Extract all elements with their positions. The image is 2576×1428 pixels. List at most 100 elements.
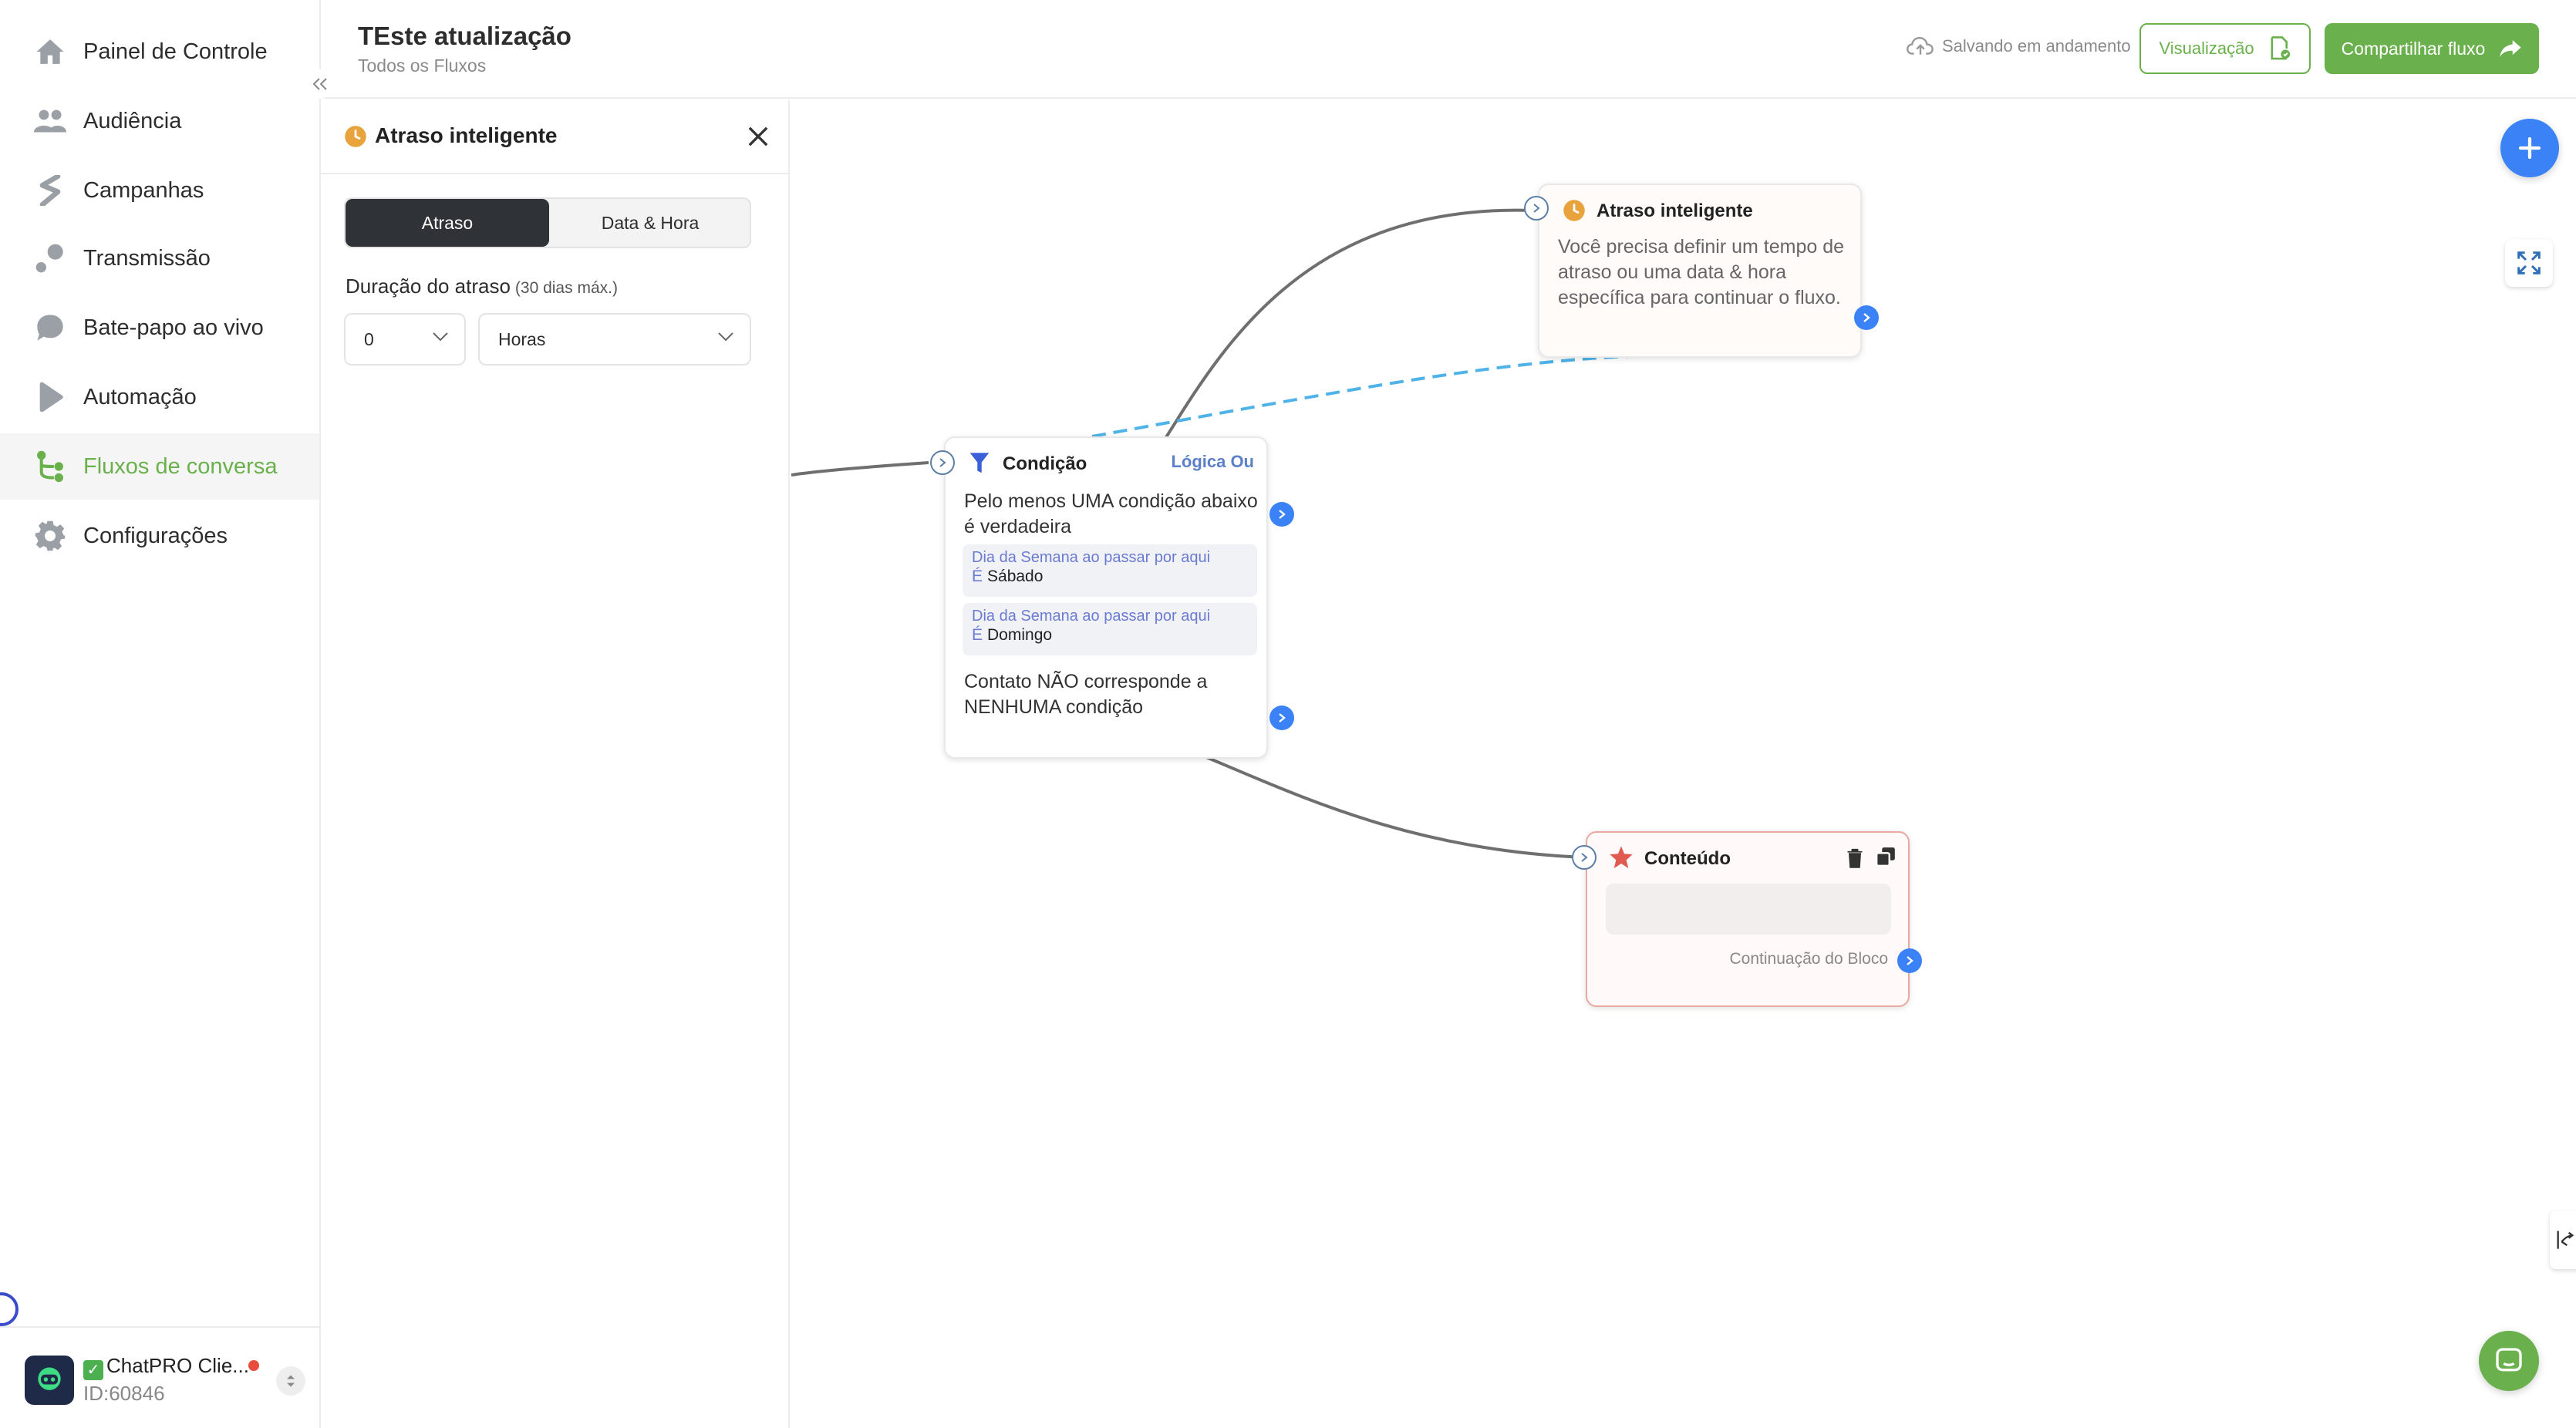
home-icon bbox=[34, 35, 66, 68]
chat-bubble-icon bbox=[34, 312, 66, 344]
verified-check-icon: ✓ bbox=[83, 1360, 103, 1380]
star-icon bbox=[1609, 845, 1634, 874]
sidebar-item-automation[interactable]: Automação bbox=[0, 364, 319, 430]
preview-button[interactable]: Visualização bbox=[2139, 23, 2311, 74]
sidebar-item-label: Audiência bbox=[83, 108, 182, 133]
chevron-right-icon bbox=[1581, 853, 1588, 862]
broadcast-icon bbox=[34, 242, 66, 274]
play-icon bbox=[34, 381, 66, 413]
chevron-right-icon bbox=[1533, 204, 1540, 213]
smart-delay-node[interactable]: Atraso inteligente Você precisa definir … bbox=[1538, 184, 1862, 358]
chevron-down-icon bbox=[433, 332, 448, 342]
plus-icon bbox=[2518, 136, 2541, 160]
clock-icon bbox=[344, 125, 367, 152]
condition-false-output-port[interactable] bbox=[1269, 706, 1294, 730]
sidebar-item-label: Configurações bbox=[83, 523, 228, 548]
condition-rule[interactable]: Dia da Semana ao passar por aqui É Sábado bbox=[963, 544, 1257, 597]
no-match-text: Contato NÃO corresponde a NENHUMA condiç… bbox=[964, 671, 1208, 718]
sidebar-item-label: Campanhas bbox=[83, 177, 204, 203]
chevron-right-icon bbox=[1279, 510, 1286, 519]
support-chat-button[interactable] bbox=[2479, 1331, 2539, 1391]
content-input-port[interactable] bbox=[1572, 845, 1597, 870]
breadcrumb[interactable]: Todos os Fluxos bbox=[358, 56, 486, 76]
add-block-button[interactable] bbox=[2500, 119, 2559, 177]
sort-arrows-icon bbox=[287, 1375, 295, 1387]
node-title: Atraso inteligente bbox=[1597, 200, 1753, 221]
close-icon bbox=[748, 126, 768, 147]
sidebar-item-live-chat[interactable]: Bate-papo ao vivo bbox=[0, 295, 319, 361]
node-description: Você precisa definir um tempo de atraso … bbox=[1558, 236, 1845, 308]
side-drawer-tab[interactable] bbox=[2550, 1211, 2576, 1269]
clock-icon bbox=[1563, 199, 1586, 226]
expand-icon bbox=[2517, 251, 2541, 274]
collapse-sidebar-button[interactable] bbox=[305, 69, 335, 99]
users-icon bbox=[34, 105, 66, 137]
chevron-right-icon bbox=[1279, 713, 1286, 722]
chevron-right-icon bbox=[1907, 956, 1913, 965]
node-title: Conteúdo bbox=[1644, 848, 1731, 869]
gear-icon bbox=[34, 520, 66, 552]
flow-icon bbox=[34, 450, 66, 483]
sidebar-item-conversation-flows[interactable]: Fluxos de conversa bbox=[0, 433, 319, 500]
flow-arrows-icon bbox=[2557, 1231, 2574, 1249]
smart-delay-input-port[interactable] bbox=[1524, 196, 1549, 221]
smart-delay-panel: Atraso inteligente Atraso Data & Hora Du… bbox=[321, 100, 790, 1428]
sidebar-item-label: Fluxos de conversa bbox=[83, 453, 278, 479]
fullscreen-button[interactable] bbox=[2505, 239, 2553, 287]
save-status: Salvando em andamento bbox=[1907, 35, 2131, 57]
chevron-down-icon bbox=[718, 332, 733, 342]
sidebar-item-label: Bate-papo ao vivo bbox=[83, 315, 264, 340]
page-title: TEste atualização bbox=[358, 22, 572, 50]
duration-label: Duração do atraso (30 dias máx.) bbox=[346, 274, 618, 298]
node-title: Condição bbox=[1003, 453, 1087, 474]
edge-incoming bbox=[791, 461, 929, 477]
duplicate-icon[interactable] bbox=[1876, 847, 1896, 871]
account-id: ID:60846 bbox=[83, 1382, 165, 1405]
condition-node[interactable]: Condição Lógica Ou Pelo menos UMA condiç… bbox=[944, 436, 1268, 759]
sidebar-item-settings[interactable]: Configurações bbox=[0, 503, 319, 569]
flow-canvas[interactable]: Atraso inteligente Você precisa definir … bbox=[791, 100, 2576, 1428]
duration-unit-select[interactable]: Horas bbox=[478, 313, 751, 365]
condition-input-port[interactable] bbox=[930, 450, 955, 475]
tab-delay[interactable]: Atraso bbox=[346, 199, 549, 247]
header: TEste atualização Todos os Fluxos Salvan… bbox=[321, 0, 2576, 99]
status-dot bbox=[248, 1360, 259, 1371]
sidebar-item-broadcast[interactable]: Transmissão bbox=[0, 225, 319, 291]
account-switcher[interactable]: ✓ ChatPRO Clie... ID:60846 bbox=[0, 1326, 319, 1428]
share-flow-button[interactable]: Compartilhar fluxo bbox=[2325, 23, 2539, 74]
logic-type-link[interactable]: Lógica Ou bbox=[1171, 452, 1254, 472]
share-arrow-icon bbox=[2500, 40, 2521, 57]
account-name: ✓ ChatPRO Clie... bbox=[83, 1354, 249, 1380]
condition-true-output-port[interactable] bbox=[1269, 502, 1294, 527]
panel-title: Atraso inteligente bbox=[375, 123, 558, 147]
chevron-right-icon bbox=[1863, 313, 1870, 322]
sidebar-item-label: Painel de Controle bbox=[83, 39, 268, 64]
trash-icon[interactable] bbox=[1846, 848, 1863, 872]
condition-rule[interactable]: Dia da Semana ao passar por aqui É Doming… bbox=[963, 603, 1257, 655]
smart-delay-output-port[interactable] bbox=[1854, 305, 1879, 330]
delay-type-toggle: Atraso Data & Hora bbox=[344, 197, 751, 248]
account-switch-button[interactable] bbox=[276, 1366, 305, 1396]
preview-document-icon bbox=[2271, 36, 2290, 60]
panel-header: Atraso inteligente bbox=[321, 100, 788, 174]
campaign-icon bbox=[34, 174, 66, 207]
double-chevron-left-icon bbox=[312, 78, 327, 90]
sidebar-item-campaigns[interactable]: Campanhas bbox=[0, 157, 319, 224]
content-placeholder[interactable] bbox=[1606, 884, 1891, 935]
block-continuation-label: Continuação do Bloco bbox=[1729, 950, 1888, 968]
avatar bbox=[25, 1356, 74, 1405]
sidebar: Painel de Controle Audiência Campanhas T… bbox=[0, 0, 321, 1428]
sidebar-item-audience[interactable]: Audiência bbox=[0, 88, 319, 154]
any-condition-text: Pelo menos UMA condição abaixo é verdade… bbox=[964, 490, 1258, 537]
duration-value-select[interactable]: 0 bbox=[344, 313, 466, 365]
chat-icon bbox=[2496, 1348, 2522, 1372]
cloud-upload-icon bbox=[1907, 36, 1934, 55]
tab-date-time[interactable]: Data & Hora bbox=[549, 199, 751, 247]
sidebar-item-label: Automação bbox=[83, 384, 197, 409]
close-panel-button[interactable] bbox=[743, 122, 773, 151]
chevron-right-icon bbox=[939, 458, 946, 467]
filter-icon bbox=[969, 452, 990, 479]
content-output-port[interactable] bbox=[1897, 948, 1922, 973]
sidebar-item-dashboard[interactable]: Painel de Controle bbox=[0, 19, 319, 85]
content-node[interactable]: Conteúdo Continuação do Bloco bbox=[1586, 831, 1910, 1007]
